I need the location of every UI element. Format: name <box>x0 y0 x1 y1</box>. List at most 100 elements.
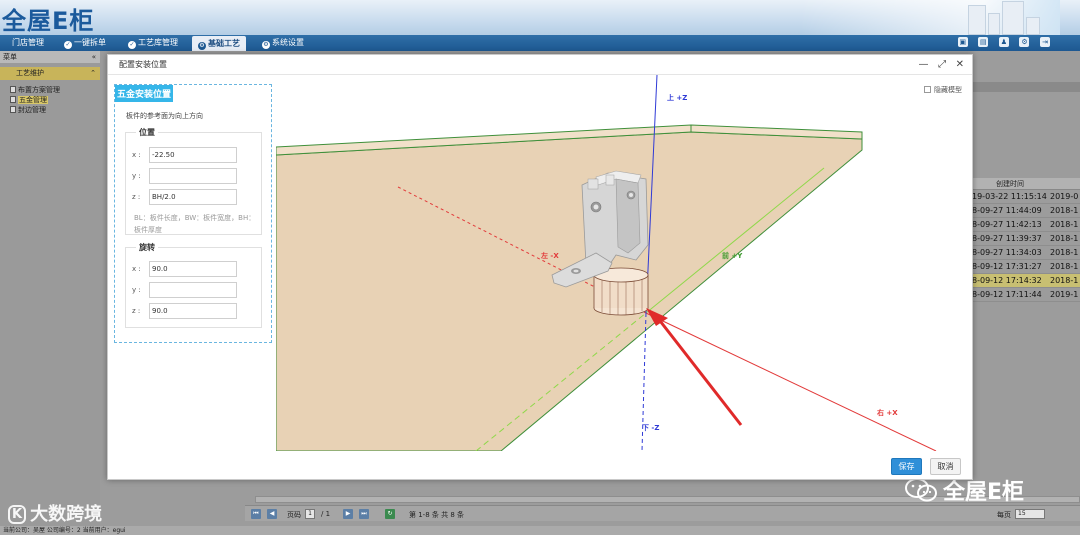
app-logo: 全屋E柜 <box>2 7 95 35</box>
last-page-icon[interactable]: ⏭ <box>359 509 369 519</box>
file-icon <box>10 86 16 93</box>
table-cell: 8-09-12 17:11:44 <box>972 290 1042 299</box>
check-circle-icon: ✓ <box>64 41 72 49</box>
record-range-text: 第 1-8 条 共 8 条 <box>409 511 465 519</box>
collapse-icon[interactable]: « <box>92 51 96 63</box>
app-header: 全屋E柜 <box>0 0 1080 35</box>
sidebar-item-hardware[interactable]: 五金管理 <box>10 95 100 105</box>
panel-subtitle: 板件的参考面为向上方向 <box>126 112 203 120</box>
cancel-button[interactable]: 取消 <box>930 458 961 475</box>
building-graphic <box>1026 17 1040 35</box>
table-row[interactable]: 8-09-12 17:11:44 2019-1 <box>970 288 1080 302</box>
table-cell: 2019-0 <box>1050 192 1078 201</box>
table-row[interactable]: 8-09-27 11:39:37 2018-1 <box>970 232 1080 246</box>
nav-label: 门店管理 <box>12 38 44 47</box>
position-y-input[interactable] <box>149 168 237 184</box>
field-label: x : <box>132 151 141 159</box>
rotation-x-input[interactable] <box>149 261 237 277</box>
header-decoration <box>800 0 1060 35</box>
sidebar-tree: 布置方案管理 五金管理 封边管理 <box>0 80 100 115</box>
sidebar-header-label: 菜单 <box>3 53 17 61</box>
nav-label: 基础工艺 <box>208 39 240 48</box>
3d-viewport[interactable]: 上 +Z 下 -Z 左 -X 右 +X 前 +Y 隐藏模型 <box>276 75 972 451</box>
main-nav: 门店管理 ✓ 一键拆单 ✓ 工艺库管理 ⚙ 基础工艺 ⚙ 系统设置 ▣ ▤ ♟ ⚙ ⇥ <box>0 35 1080 51</box>
table-cell: 2019-1 <box>1050 290 1078 299</box>
rotation-y-row: y : <box>132 282 237 298</box>
nav-system-settings[interactable]: ⚙ 系统设置 <box>256 35 310 51</box>
field-label: z : <box>132 193 141 201</box>
axis-x-positive <box>645 312 937 451</box>
field-label: y : <box>132 172 141 180</box>
status-bar: 当前公司：吴屋 公司编号：2 当前用户：egui <box>0 526 1080 535</box>
table-cell: 8-09-27 11:34:03 <box>972 248 1042 257</box>
rotation-z-input[interactable] <box>149 303 237 319</box>
install-position-dialog: 配置安装位置 — ⤢ ✕ 五金安装位置 板件的参考面为向上方向 位置 x : y… <box>107 54 973 480</box>
position-x-input[interactable] <box>149 147 237 163</box>
hide-model-toggle[interactable]: 隐藏模型 <box>924 85 962 95</box>
refresh-icon[interactable]: ↻ <box>385 509 395 519</box>
nav-process-library[interactable]: ✓ 工艺库管理 <box>122 35 184 51</box>
dialog-title: 配置安装位置 <box>119 60 167 69</box>
page-number-input[interactable]: 1 <box>305 509 315 519</box>
screen-icon[interactable]: ▣ <box>957 37 968 47</box>
logout-icon[interactable]: ⇥ <box>1040 37 1050 47</box>
sidebar-item-layout-plan[interactable]: 布置方案管理 <box>10 85 100 95</box>
rotation-legend: 旋转 <box>136 242 158 253</box>
rotation-x-row: x : <box>132 261 237 277</box>
table-cell: 2018-1 <box>1050 248 1078 257</box>
check-circle-icon: ✓ <box>128 41 136 49</box>
minimize-icon[interactable]: — <box>919 55 929 75</box>
nav-label: 工艺库管理 <box>138 38 178 47</box>
watermark-logo-icon: K <box>8 505 27 524</box>
table-row[interactable]: 8-09-27 11:44:09 2018-1 <box>970 204 1080 218</box>
table-cell: 2018-1 <box>1050 276 1078 285</box>
nav-one-click-split[interactable]: ✓ 一键拆单 <box>58 35 112 51</box>
rotation-z-row: z : <box>132 303 237 319</box>
column-header-created-time[interactable]: 创建时间 <box>970 178 1048 190</box>
next-page-icon[interactable]: ▶ <box>343 509 353 519</box>
table-row[interactable]: 19-03-22 11:15:14 2019-0 <box>970 190 1080 204</box>
sidebar-item-label: 封边管理 <box>18 106 46 114</box>
sidebar-section-process-maintenance[interactable]: 工艺维护 ⌃ <box>0 67 100 80</box>
rotation-fieldset: 旋转 x : y : z : <box>125 242 262 328</box>
watermark-left-text: 大数跨境 <box>30 504 103 525</box>
axis-label-right: 右 +X <box>877 409 898 417</box>
nav-basic-process[interactable]: ⚙ 基础工艺 <box>192 36 246 51</box>
per-page-select[interactable]: 15 <box>1015 509 1045 519</box>
close-icon[interactable]: ✕ <box>956 55 964 75</box>
table-row[interactable]: 8-09-27 11:42:13 2018-1 <box>970 218 1080 232</box>
table-row-selected[interactable]: 8-09-12 17:14:32 2018-1 <box>970 274 1080 288</box>
settings-circle-icon: ⚙ <box>262 41 270 49</box>
sidebar-item-label: 布置方案管理 <box>18 86 60 94</box>
table-row[interactable]: 8-09-27 11:34:03 2018-1 <box>970 246 1080 260</box>
position-z-input[interactable] <box>149 189 237 205</box>
watermark-left: K 大数跨境 <box>8 500 102 526</box>
table-cell: 8-09-27 11:44:09 <box>972 206 1042 215</box>
sidebar-item-label: 五金管理 <box>18 96 48 104</box>
hide-model-checkbox[interactable] <box>924 86 931 93</box>
field-label: y : <box>132 286 141 294</box>
dialog-controls: — ⤢ ✕ <box>912 55 964 75</box>
sidebar-item-edge-banding[interactable]: 封边管理 <box>10 105 100 115</box>
maximize-icon[interactable]: ⤢ <box>938 55 946 75</box>
board-top-face <box>276 131 863 451</box>
table-row[interactable]: 8-09-12 17:31:27 2018-1 <box>970 260 1080 274</box>
building-graphic <box>1002 1 1024 35</box>
prev-page-icon[interactable]: ◀ <box>267 509 277 519</box>
gear-icon[interactable]: ⚙ <box>1019 37 1030 47</box>
user-icon[interactable]: ♟ <box>998 37 1009 47</box>
table-cell: 2018-1 <box>1050 262 1078 271</box>
rotation-y-input[interactable] <box>149 282 237 298</box>
first-page-icon[interactable]: ⏮ <box>251 509 261 519</box>
building-graphic <box>988 13 1000 35</box>
axis-label-left: 左 -X <box>541 252 559 260</box>
clipboard-icon[interactable]: ▤ <box>978 37 989 47</box>
chevron-up-icon[interactable]: ⌃ <box>90 67 96 80</box>
table-cell: 8-09-27 11:42:13 <box>972 220 1042 229</box>
watermark-right-text: 全屋E柜 <box>943 480 1025 505</box>
nav-store-management[interactable]: 门店管理 <box>6 35 50 51</box>
save-button[interactable]: 保存 <box>891 458 922 475</box>
hide-model-label: 隐藏模型 <box>934 86 962 94</box>
sidebar: 菜单 « 工艺维护 ⌃ 布置方案管理 五金管理 封边管理 <box>0 51 100 526</box>
table-cell: 2018-1 <box>1050 234 1078 243</box>
